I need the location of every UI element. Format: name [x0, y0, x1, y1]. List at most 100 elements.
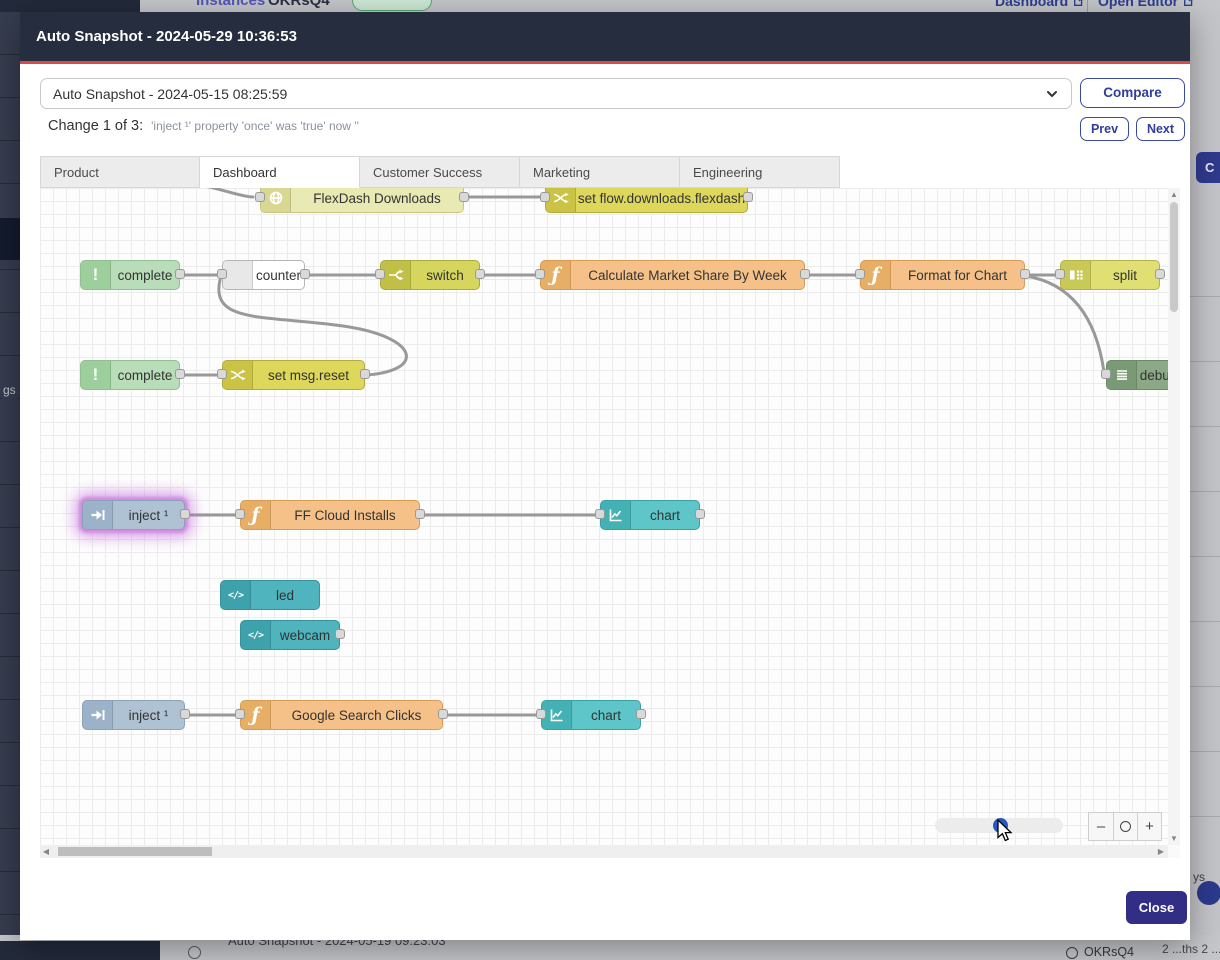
node-split[interactable]: split	[1060, 260, 1160, 290]
node-counter[interactable]: counter	[222, 260, 305, 290]
scroll-left-icon[interactable]: ◀	[40, 847, 52, 856]
background-fab-button[interactable]	[1197, 881, 1220, 905]
input-port[interactable]	[1101, 369, 1111, 379]
open-editor-button[interactable]: Open Editor	[1098, 0, 1195, 9]
node-set-msg-reset[interactable]: set msg.reset	[222, 360, 365, 390]
chevron-down-icon	[1045, 87, 1059, 101]
output-port[interactable]	[459, 192, 469, 202]
scroll-up-icon[interactable]: ▲	[1168, 190, 1180, 199]
arrow-icon	[83, 501, 113, 529]
input-port[interactable]	[235, 509, 245, 519]
tab-marketing[interactable]: Marketing	[520, 156, 680, 188]
output-port[interactable]	[175, 369, 185, 379]
input-port[interactable]	[1055, 269, 1065, 279]
node-switch[interactable]: switch	[380, 260, 480, 290]
output-port[interactable]	[743, 192, 753, 202]
input-port[interactable]	[540, 192, 550, 202]
output-port[interactable]	[475, 269, 485, 279]
zoom-in-button[interactable]: +	[1137, 813, 1161, 840]
horizontal-scrollbar-thumb[interactable]	[58, 847, 212, 856]
output-port[interactable]	[695, 509, 705, 519]
function-icon: ƒ	[541, 261, 571, 289]
node-format-for-chart[interactable]: ƒFormat for Chart	[860, 260, 1025, 290]
input-port[interactable]	[855, 269, 865, 279]
next-change-button[interactable]: Next	[1136, 117, 1185, 141]
output-port[interactable]	[415, 509, 425, 519]
background-primary-button[interactable]: C	[1196, 152, 1220, 183]
node-complete-2[interactable]: !complete	[80, 360, 180, 390]
input-port[interactable]	[536, 709, 546, 719]
input-port[interactable]	[235, 709, 245, 719]
zoom-slider-thumb[interactable]	[993, 818, 1008, 833]
dashboard-button[interactable]: Dashboard	[995, 0, 1085, 9]
output-port[interactable]	[175, 269, 185, 279]
output-port[interactable]	[1155, 269, 1165, 279]
output-port[interactable]	[335, 629, 345, 639]
input-port[interactable]	[255, 192, 265, 202]
sidebar-active-item[interactable]	[0, 218, 20, 260]
input-port[interactable]	[217, 369, 227, 379]
open-editor-button-label: Open Editor	[1098, 0, 1178, 9]
output-port[interactable]	[636, 709, 646, 719]
node-inject-2[interactable]: inject ¹	[82, 700, 185, 730]
node-chart-1[interactable]: chart	[600, 500, 700, 530]
horizontal-scrollbar[interactable]: ◀ ▶	[40, 845, 1168, 858]
tab-engineering[interactable]: Engineering	[680, 156, 840, 188]
flow-canvas-wrap: FlexDash Downloads set flow.downloads.fle…	[40, 188, 1180, 858]
vertical-scrollbar-thumb[interactable]	[1170, 202, 1178, 312]
tab-customer-success[interactable]: Customer Success	[360, 156, 520, 188]
background-age-fragment: 2 ...ths 2 ...ks	[1162, 942, 1220, 956]
list-icon	[1107, 361, 1137, 389]
output-port[interactable]	[1020, 269, 1030, 279]
node-google-search-clicks[interactable]: ƒGoogle Search Clicks	[240, 700, 443, 730]
snapshot-select[interactable]: Auto Snapshot - 2024-05-15 08:25:59	[40, 78, 1072, 109]
node-complete-1[interactable]: !complete	[80, 260, 180, 290]
node-webcam[interactable]: </>webcam	[240, 620, 340, 650]
input-port[interactable]	[217, 269, 227, 279]
output-port[interactable]	[300, 269, 310, 279]
input-port[interactable]	[535, 269, 545, 279]
output-port[interactable]	[180, 709, 190, 719]
background-instance-name: OKRsQ4	[1084, 945, 1134, 959]
node-label: chart	[572, 701, 640, 729]
node-flexdash-downloads[interactable]: FlexDash Downloads	[260, 188, 464, 213]
node-led[interactable]: </>led	[220, 580, 320, 610]
node-calc-market-share[interactable]: ƒCalculate Market Share By Week	[540, 260, 805, 290]
input-port[interactable]	[595, 509, 605, 519]
node-chart-2[interactable]: chart	[541, 700, 641, 730]
compare-button[interactable]: Compare	[1080, 78, 1185, 108]
scroll-down-icon[interactable]: ▼	[1168, 834, 1180, 843]
output-port[interactable]	[800, 269, 810, 279]
node-set-flow-downloads[interactable]: set flow.downloads.flexdash	[545, 188, 748, 213]
chart-icon	[601, 501, 631, 529]
output-port[interactable]	[360, 369, 370, 379]
status-pill	[352, 0, 432, 11]
input-port[interactable]	[375, 269, 385, 279]
output-port[interactable]	[438, 709, 448, 719]
flow-canvas[interactable]: FlexDash Downloads set flow.downloads.fle…	[40, 188, 1168, 845]
prev-change-button[interactable]: Prev	[1080, 117, 1129, 141]
node-label: set msg.reset	[253, 361, 364, 389]
node-label: Google Search Clicks	[271, 701, 442, 729]
exclamation-icon: !	[81, 361, 111, 389]
node-label: set flow.downloads.flexdash	[576, 188, 747, 212]
tab-dashboard[interactable]: Dashboard	[200, 156, 360, 188]
tab-product[interactable]: Product	[40, 156, 200, 188]
scroll-right-icon[interactable]: ▶	[1154, 847, 1168, 856]
node-label: counter	[253, 261, 304, 289]
node-label: inject ¹	[113, 701, 184, 729]
node-label: chart	[631, 501, 699, 529]
background-topbar: Instances OKRsQ4 Dashboard Open Editor	[0, 0, 1220, 12]
breadcrumb-instances[interactable]: Instances	[196, 0, 265, 9]
node-inject-1[interactable]: inject ¹	[82, 500, 185, 530]
node-debug[interactable]: debug	[1106, 360, 1168, 390]
vertical-scrollbar[interactable]: ▲ ▼	[1168, 188, 1180, 845]
topbar-divider	[1087, 0, 1088, 12]
split-icon	[1061, 261, 1091, 289]
zoom-out-button[interactable]: –	[1089, 813, 1113, 840]
close-button[interactable]: Close	[1126, 891, 1187, 924]
zoom-reset-button[interactable]	[1113, 813, 1137, 840]
zoom-slider[interactable]	[935, 818, 1063, 833]
node-ff-cloud-installs[interactable]: ƒFF Cloud Installs	[240, 500, 420, 530]
output-port[interactable]	[180, 509, 190, 519]
